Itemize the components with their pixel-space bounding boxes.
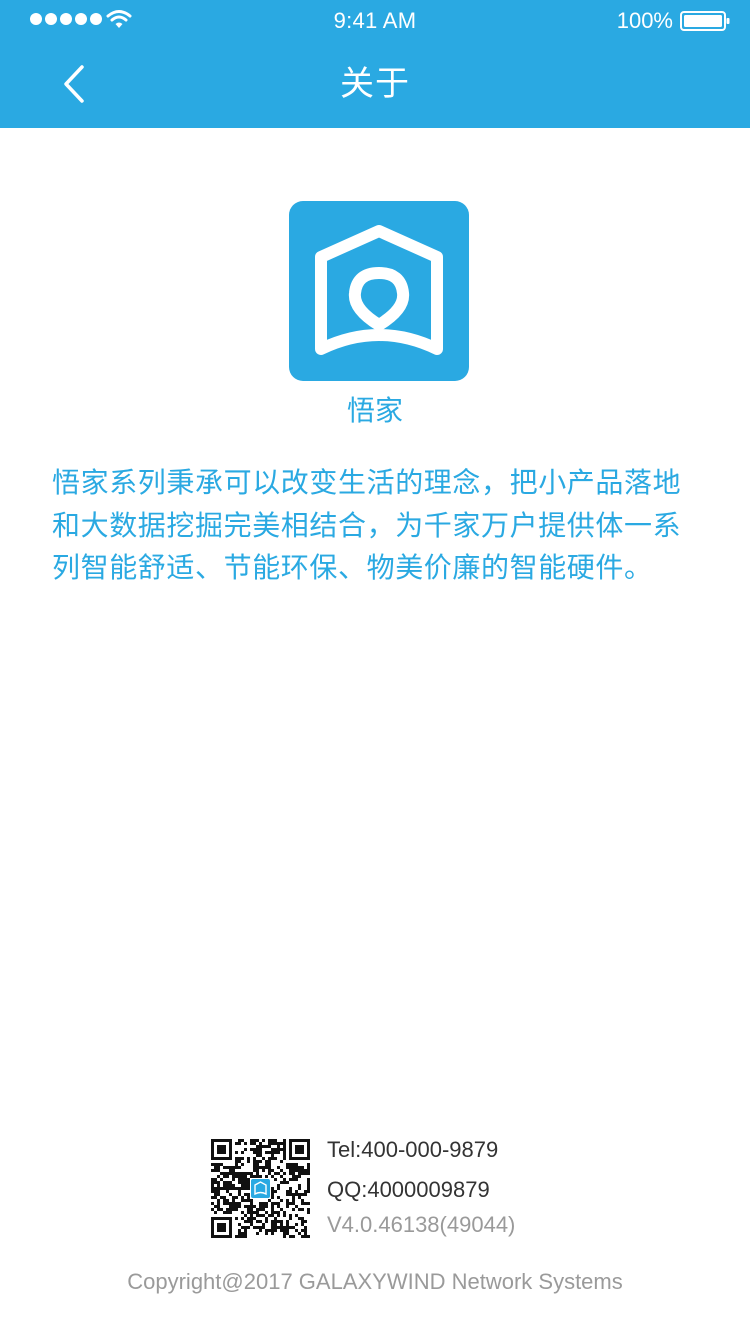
app-description: 悟家系列秉承可以改变生活的理念，把小产品落地和大数据挖掘完美相结合，为千家万户提… [52,467,682,583]
qr-code-icon [211,1139,310,1238]
house-logo-icon [315,225,443,355]
app-logo [289,201,469,381]
battery-percentage: 100% [616,8,673,33]
app-name: 悟家 [346,395,403,426]
battery-icon [680,11,730,31]
header: 9:41 AM 100% 关于 [0,0,750,128]
version-text: V4.0.46138(49044) [327,1212,516,1237]
nav-bar: 关于 [0,40,750,128]
status-bar: 9:41 AM 100% [0,0,750,40]
contact-tel: Tel:400-000-9879 [327,1137,499,1162]
contact-qq: QQ:4000009879 [327,1177,490,1202]
page-title: 关于 [340,65,410,103]
copyright: Copyright@2017 GALAXYWIND Network System… [127,1269,623,1294]
